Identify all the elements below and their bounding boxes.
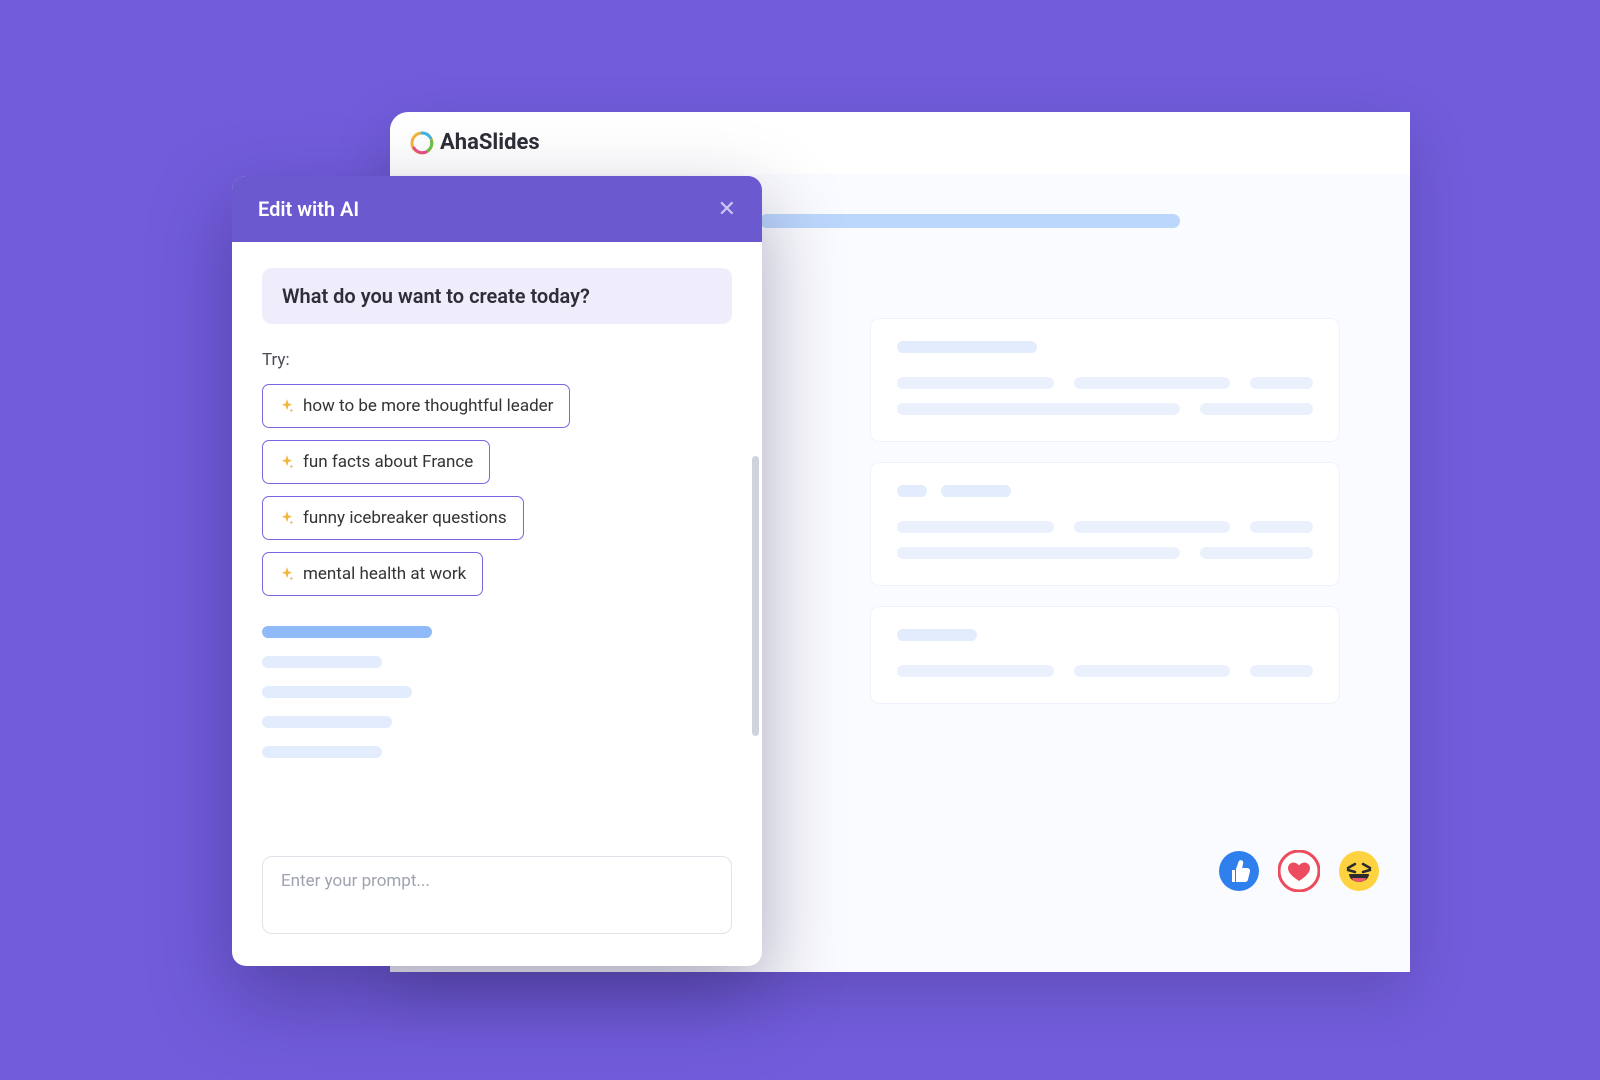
skeleton-line bbox=[262, 626, 432, 638]
skeleton-line bbox=[262, 656, 382, 668]
reaction-laugh-button[interactable] bbox=[1338, 850, 1380, 892]
dialog-scrollbar[interactable] bbox=[752, 456, 759, 736]
sparkle-icon bbox=[279, 510, 295, 526]
dialog-skeleton-lines bbox=[262, 626, 732, 758]
edit-with-ai-dialog: Edit with AI ✕ What do you want to creat… bbox=[232, 176, 762, 966]
prompt-input-container bbox=[262, 856, 732, 938]
try-label: Try: bbox=[262, 350, 732, 370]
suggestion-text: fun facts about France bbox=[303, 452, 473, 472]
dialog-body: What do you want to create today? Try: h… bbox=[232, 242, 762, 856]
sparkle-icon bbox=[279, 398, 295, 414]
sparkle-icon bbox=[279, 566, 295, 582]
reaction-love-button[interactable] bbox=[1278, 850, 1320, 892]
suggestion-chip[interactable]: funny icebreaker questions bbox=[262, 496, 524, 540]
brand-name: AhaSlides bbox=[440, 130, 540, 155]
suggestion-text: funny icebreaker questions bbox=[303, 508, 507, 528]
skeleton-line bbox=[262, 716, 392, 728]
suggestion-chip[interactable]: mental health at work bbox=[262, 552, 483, 596]
suggestions-list: how to be more thoughtful leader fun fac… bbox=[262, 384, 732, 608]
skeleton-card bbox=[870, 606, 1340, 704]
content-cards bbox=[870, 268, 1370, 704]
suggestion-text: how to be more thoughtful leader bbox=[303, 396, 553, 416]
skeleton-line bbox=[262, 686, 412, 698]
prompt-banner: What do you want to create today? bbox=[262, 268, 732, 324]
suggestion-text: mental health at work bbox=[303, 564, 466, 584]
reactions-bar bbox=[1218, 850, 1380, 892]
app-header: AhaSlides bbox=[390, 112, 1410, 174]
skeleton-card bbox=[870, 462, 1340, 586]
brand-logo-icon bbox=[410, 131, 434, 155]
dialog-header: Edit with AI ✕ bbox=[232, 176, 762, 242]
prompt-input[interactable] bbox=[262, 856, 732, 934]
skeleton-line bbox=[262, 746, 382, 758]
brand-logo[interactable]: AhaSlides bbox=[410, 130, 540, 155]
suggestion-chip[interactable]: how to be more thoughtful leader bbox=[262, 384, 570, 428]
skeleton-card bbox=[870, 318, 1340, 442]
skeleton-title-bar bbox=[760, 214, 1180, 228]
reaction-like-button[interactable] bbox=[1218, 850, 1260, 892]
sparkle-icon bbox=[279, 454, 295, 470]
close-icon[interactable]: ✕ bbox=[718, 197, 736, 222]
suggestion-chip[interactable]: fun facts about France bbox=[262, 440, 490, 484]
dialog-title: Edit with AI bbox=[258, 197, 359, 221]
